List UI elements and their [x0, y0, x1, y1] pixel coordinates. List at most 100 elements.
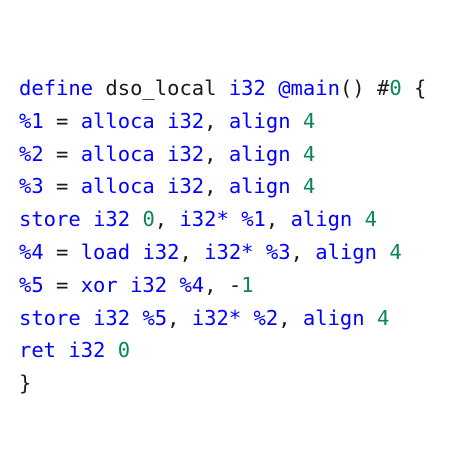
code-token-keyword: %1 [19, 108, 44, 133]
code-token-keyword: %5 [19, 272, 44, 297]
code-token-punct: , [290, 239, 316, 264]
code-token-punct: , [204, 272, 229, 297]
code-token-punct: , [204, 174, 229, 199]
code-token-plain: - [228, 272, 242, 297]
code-token-plain: = [43, 108, 81, 133]
code-line: %2 = alloca i32, align 4 [19, 138, 426, 171]
code-line: store i32 %5, i32* %2, align 4 [19, 302, 426, 335]
code-token-keyword: alloca [80, 108, 155, 133]
code-token-keyword: i32* [204, 239, 254, 264]
code-token-keyword: i32* [191, 305, 242, 330]
code-token-number: 4 [389, 239, 402, 264]
code-token-plain: # [376, 76, 390, 100]
code-line: %4 = load i32, i32* %3, align 4 [19, 236, 426, 269]
code-line: define dso_local i32 @main() #0 { [19, 72, 426, 105]
code-token-keyword: alloca [80, 141, 155, 166]
code-token-punct: { [401, 76, 427, 100]
code-token-punct: , [278, 305, 303, 330]
code-token-punct: () [339, 76, 377, 100]
code-token-punct: , [167, 305, 192, 330]
code-token-plain: = [43, 174, 81, 199]
code-line: store i32 0, i32* %1, align 4 [19, 203, 426, 236]
code-token-keyword: i32 [167, 141, 205, 166]
code-token-punct: , [179, 239, 205, 264]
code-token-number: 4 [302, 174, 316, 199]
code-token-keyword: align [302, 305, 365, 330]
code-token-number: 0 [389, 76, 402, 100]
code-token-keyword: @main [278, 76, 340, 100]
code-token-punct: , [265, 207, 291, 232]
code-token-keyword: i32 [142, 239, 180, 264]
code-token-keyword: alloca [80, 174, 155, 199]
code-token-keyword: align [228, 174, 291, 199]
code-token-punct: } [19, 371, 32, 396]
code-token-keyword: %2 [19, 141, 44, 166]
code-token-plain: = [43, 239, 81, 264]
code-token-punct: , [204, 108, 229, 133]
code-line: } [19, 367, 426, 400]
code-token-keyword: %3 [19, 174, 44, 199]
code-token-punct: , [204, 141, 229, 166]
code-line: %1 = alloca i32, align 4 [19, 105, 426, 138]
code-line: %3 = alloca i32, align 4 [19, 170, 426, 203]
code-block: define dso_local i32 @main() #0 {%1 = al… [19, 72, 426, 400]
code-token-keyword: i32 [93, 305, 131, 330]
code-token-keyword: align [290, 207, 353, 232]
code-token-keyword: i32 [167, 174, 205, 199]
code-token-keyword: %2 [253, 305, 279, 330]
code-token-keyword: define [19, 76, 94, 100]
code-token-keyword: i32 [93, 207, 131, 232]
code-token-keyword: %4 [19, 239, 44, 264]
code-token-number: 4 [376, 305, 390, 330]
code-token-number: 1 [241, 272, 254, 297]
code-token-keyword: i32 [228, 76, 266, 100]
code-token-plain: = [43, 141, 81, 166]
code-token-keyword: store [19, 207, 81, 232]
code-token-keyword: %4 [179, 272, 205, 297]
code-token-plain: dso_local [105, 76, 217, 100]
code-token-keyword: ret [19, 338, 57, 363]
code-token-number: 0 [142, 207, 155, 232]
code-token-keyword: %1 [241, 207, 266, 232]
code-token-keyword: align [228, 141, 291, 166]
code-token-keyword: i32* [179, 207, 229, 232]
code-token-punct: , [154, 207, 180, 232]
code-token-keyword: store [19, 305, 81, 330]
code-token-keyword: %5 [142, 305, 168, 330]
code-token-keyword: i32 [167, 108, 205, 133]
code-token-keyword: align [228, 108, 291, 133]
code-token-keyword: i32 [68, 338, 106, 363]
code-token-keyword: align [315, 239, 377, 264]
code-token-keyword: load [80, 239, 131, 264]
code-token-keyword: i32 [130, 272, 168, 297]
code-token-number: 0 [117, 338, 131, 363]
code-token-keyword: xor [80, 272, 118, 297]
code-token-number: 4 [302, 141, 316, 166]
code-line: ret i32 0 [19, 334, 426, 367]
code-token-number: 4 [302, 108, 316, 133]
code-token-plain: = [43, 272, 81, 297]
